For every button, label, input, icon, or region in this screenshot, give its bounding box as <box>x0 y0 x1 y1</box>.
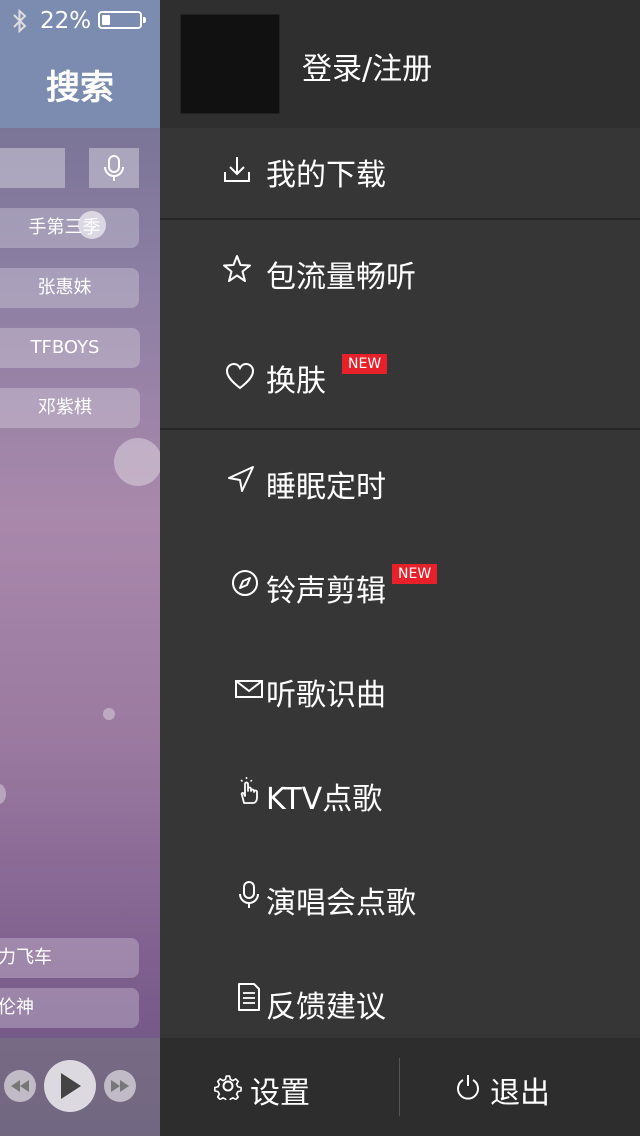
decorative-bubble <box>114 438 160 486</box>
hot-search-tag[interactable]: 张惠妹 <box>0 268 139 308</box>
download-icon <box>224 157 250 182</box>
menu-item-feedback[interactable]: 反馈建议 <box>160 950 640 1038</box>
menu-item-concert[interactable]: 演唱会点歌 <box>160 846 640 952</box>
menu-item-ktv[interactable]: KTV点歌 <box>160 742 640 848</box>
next-icon <box>111 1080 129 1092</box>
logout-button[interactable]: 退出 <box>400 1038 640 1136</box>
menu-item-ringtone-editor[interactable]: 铃声剪辑 NEW <box>160 534 640 640</box>
decorative-bubble <box>103 708 115 720</box>
hot-search-tag[interactable]: 邓紫棋 <box>0 388 140 428</box>
envelope-icon <box>235 680 263 698</box>
hot-search-tag[interactable]: 力飞车 <box>0 938 139 978</box>
voice-search-button[interactable] <box>89 148 139 188</box>
menu-item-label: 我的下载 <box>266 158 386 193</box>
previous-button[interactable] <box>4 1070 36 1102</box>
menu-item-label: 包流量畅听 <box>266 260 416 295</box>
avatar[interactable] <box>180 14 280 114</box>
previous-icon <box>11 1080 29 1092</box>
page-title: 搜索 <box>46 68 114 108</box>
search-input[interactable] <box>0 148 65 188</box>
menu-item-song-recognition[interactable]: 听歌识曲 <box>160 638 640 744</box>
mini-player <box>0 1038 160 1136</box>
profile-header: 登录/注册 <box>160 0 640 128</box>
decorative-bubble <box>0 784 6 804</box>
decorative-bubble <box>78 211 106 239</box>
menu-item-label: 铃声剪辑 <box>266 574 386 609</box>
menu-item-label: 演唱会点歌 <box>266 886 416 921</box>
heart-icon <box>225 362 255 390</box>
hot-search-tag[interactable]: 手第三季 <box>0 208 139 248</box>
hot-search-tag[interactable]: TFBOYS <box>0 328 140 368</box>
hot-search-tag[interactable]: 伦神 <box>0 988 139 1028</box>
menu-item-label: KTV点歌 <box>266 782 383 817</box>
star-icon <box>223 255 251 282</box>
search-header: 22% 搜索 <box>0 0 160 128</box>
tap-hand-icon <box>240 777 258 804</box>
new-badge: NEW <box>342 354 388 374</box>
menu-item-downloads[interactable]: 我的下载 <box>160 128 640 220</box>
logout-label: 退出 <box>490 1076 550 1111</box>
compass-icon <box>232 570 258 596</box>
new-badge: NEW <box>392 564 438 584</box>
settings-label: 设置 <box>250 1076 310 1111</box>
menu-item-label: 睡眠定时 <box>266 470 386 505</box>
play-button[interactable] <box>44 1060 96 1112</box>
menu-item-label: 听歌识曲 <box>266 678 386 713</box>
bluetooth-icon <box>13 8 27 34</box>
battery-percentage: 22% <box>40 8 92 34</box>
menu-item-label: 换肤 <box>266 364 326 399</box>
login-register-link[interactable]: 登录/注册 <box>302 44 432 88</box>
side-drawer: 登录/注册 我的下载 包流量畅听 换肤 NEW 睡眠定时 铃声剪辑 NEW 听歌… <box>160 0 640 1136</box>
microphone-icon <box>239 881 259 908</box>
gear-icon <box>214 1075 242 1100</box>
document-icon <box>238 983 260 1011</box>
menu-item-sleep-timer[interactable]: 睡眠定时 <box>160 430 640 536</box>
drawer-bottom-bar: 设置 退出 <box>160 1038 640 1136</box>
search-page-background: 22% 搜索 手第三季 张惠妹 TFBOYS 邓紫棋 力飞车 伦神 <box>0 0 160 1136</box>
next-button[interactable] <box>104 1070 136 1102</box>
navigation-arrow-icon <box>228 466 254 492</box>
microphone-icon <box>104 155 124 181</box>
settings-button[interactable]: 设置 <box>160 1038 399 1136</box>
menu-item-data-plan[interactable]: 包流量畅听 <box>160 220 640 326</box>
battery-icon <box>98 11 146 29</box>
menu-item-skins[interactable]: 换肤 NEW <box>160 324 640 430</box>
menu-item-label: 反馈建议 <box>266 990 386 1025</box>
power-icon <box>457 1075 479 1100</box>
play-icon <box>61 1073 81 1099</box>
